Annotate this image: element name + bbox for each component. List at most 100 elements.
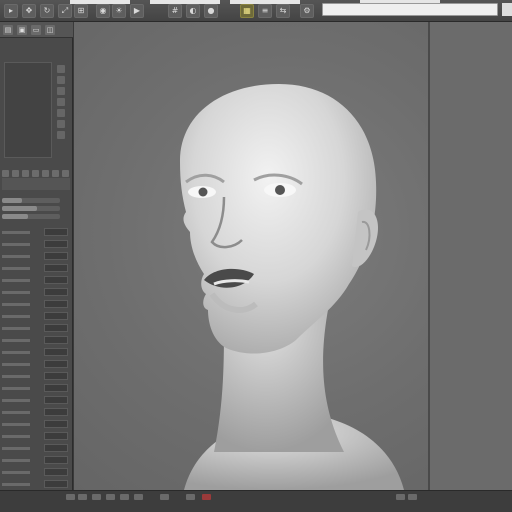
left-panel: ▤ ▣ ▭ ◫ bbox=[0, 22, 73, 490]
property-value-field[interactable] bbox=[44, 384, 68, 392]
property-value-field[interactable] bbox=[44, 348, 68, 356]
property-row bbox=[0, 480, 73, 490]
property-label bbox=[2, 291, 30, 294]
property-value-field[interactable] bbox=[44, 480, 68, 488]
timeline-button[interactable] bbox=[92, 494, 101, 500]
scale-tool-icon[interactable]: ⤢ bbox=[58, 4, 72, 18]
property-value-field[interactable] bbox=[44, 396, 68, 404]
left-pupil bbox=[198, 187, 208, 197]
timeline-button[interactable] bbox=[408, 494, 417, 500]
property-row bbox=[0, 240, 73, 250]
3d-viewport[interactable] bbox=[74, 22, 428, 490]
tool-icon[interactable] bbox=[57, 109, 65, 117]
property-label bbox=[2, 375, 30, 378]
property-value-field[interactable] bbox=[44, 360, 68, 368]
material-icon[interactable]: ● bbox=[204, 4, 218, 18]
property-row bbox=[0, 396, 73, 406]
property-value-field[interactable] bbox=[44, 288, 68, 296]
property-value-field[interactable] bbox=[44, 264, 68, 272]
property-label bbox=[2, 459, 30, 462]
property-value-field[interactable] bbox=[44, 420, 68, 428]
property-row bbox=[0, 288, 73, 298]
tool-icon[interactable] bbox=[57, 65, 65, 73]
property-value-field[interactable] bbox=[44, 228, 68, 236]
property-label bbox=[2, 399, 30, 402]
folder-icon[interactable]: ▭ bbox=[31, 25, 41, 35]
property-value-field[interactable] bbox=[44, 432, 68, 440]
render-icon[interactable]: ▶ bbox=[130, 4, 144, 18]
property-row bbox=[0, 252, 73, 262]
panel-icon[interactable] bbox=[62, 170, 69, 177]
property-value-field[interactable] bbox=[44, 336, 68, 344]
property-value-field[interactable] bbox=[44, 408, 68, 416]
property-label bbox=[2, 279, 30, 282]
panel-icon[interactable] bbox=[22, 170, 29, 177]
timeline-button[interactable] bbox=[134, 494, 143, 500]
property-value-field[interactable] bbox=[44, 276, 68, 284]
property-value-field[interactable] bbox=[44, 312, 68, 320]
grid-icon[interactable]: # bbox=[168, 4, 182, 18]
sculpt-icon[interactable]: ◐ bbox=[186, 4, 200, 18]
window-close-button[interactable] bbox=[502, 3, 512, 16]
layer-icon[interactable]: ≡ bbox=[258, 4, 272, 18]
property-row bbox=[0, 444, 73, 454]
timeline-button[interactable] bbox=[186, 494, 195, 500]
property-slider[interactable] bbox=[2, 206, 60, 211]
timeline-button[interactable] bbox=[66, 494, 75, 500]
right-pupil bbox=[275, 185, 285, 195]
tool-icon[interactable] bbox=[57, 76, 65, 84]
property-row bbox=[0, 384, 73, 394]
property-row bbox=[0, 456, 73, 466]
property-label bbox=[2, 243, 30, 246]
property-label bbox=[2, 483, 30, 486]
timeline-button[interactable] bbox=[160, 494, 169, 500]
texture-icon[interactable]: ▦ bbox=[240, 4, 254, 18]
property-row bbox=[0, 468, 73, 478]
timeline-button[interactable] bbox=[106, 494, 115, 500]
panel-icon[interactable] bbox=[12, 170, 19, 177]
property-value-field[interactable] bbox=[44, 252, 68, 260]
property-label bbox=[2, 351, 30, 354]
property-value-field[interactable] bbox=[44, 324, 68, 332]
timeline-button[interactable] bbox=[396, 494, 405, 500]
property-slider[interactable] bbox=[2, 198, 60, 203]
select-tool-icon[interactable]: ▸ bbox=[4, 4, 18, 18]
property-value-field[interactable] bbox=[44, 300, 68, 308]
property-row bbox=[0, 360, 73, 370]
slider-fill bbox=[2, 214, 29, 219]
tool-icon[interactable] bbox=[57, 98, 65, 106]
sculpt-model bbox=[179, 84, 404, 490]
file-icon[interactable]: ▤ bbox=[3, 25, 13, 35]
property-label bbox=[2, 447, 30, 450]
panel-icon[interactable] bbox=[52, 170, 59, 177]
snap-icon[interactable]: ⊞ bbox=[74, 4, 88, 18]
move-tool-icon[interactable]: ✥ bbox=[22, 4, 36, 18]
mirror-icon[interactable]: ⇆ bbox=[276, 4, 290, 18]
property-value-field[interactable] bbox=[44, 240, 68, 248]
property-value-field[interactable] bbox=[44, 456, 68, 464]
property-value-field[interactable] bbox=[44, 468, 68, 476]
side-tool-strip bbox=[55, 62, 67, 158]
property-label bbox=[2, 231, 30, 234]
view-icon[interactable]: ◫ bbox=[45, 25, 55, 35]
settings-icon[interactable]: ⚙ bbox=[300, 4, 314, 18]
tool-icon[interactable] bbox=[57, 87, 65, 95]
panel-icon[interactable] bbox=[42, 170, 49, 177]
record-button[interactable] bbox=[202, 494, 211, 500]
timeline-button[interactable] bbox=[120, 494, 129, 500]
property-row bbox=[0, 300, 73, 310]
camera-icon[interactable]: ◉ bbox=[96, 4, 110, 18]
timeline-button[interactable] bbox=[78, 494, 87, 500]
preview-thumbnail[interactable] bbox=[4, 62, 52, 158]
property-value-field[interactable] bbox=[44, 444, 68, 452]
save-icon[interactable]: ▣ bbox=[17, 25, 27, 35]
tool-icon[interactable] bbox=[57, 131, 65, 139]
rotate-tool-icon[interactable]: ↻ bbox=[40, 4, 54, 18]
property-value-field[interactable] bbox=[44, 372, 68, 380]
panel-icon[interactable] bbox=[32, 170, 39, 177]
search-input[interactable] bbox=[322, 3, 498, 16]
tool-icon[interactable] bbox=[57, 120, 65, 128]
property-slider[interactable] bbox=[2, 214, 60, 219]
panel-icon[interactable] bbox=[2, 170, 9, 177]
light-icon[interactable]: ☀ bbox=[112, 4, 126, 18]
